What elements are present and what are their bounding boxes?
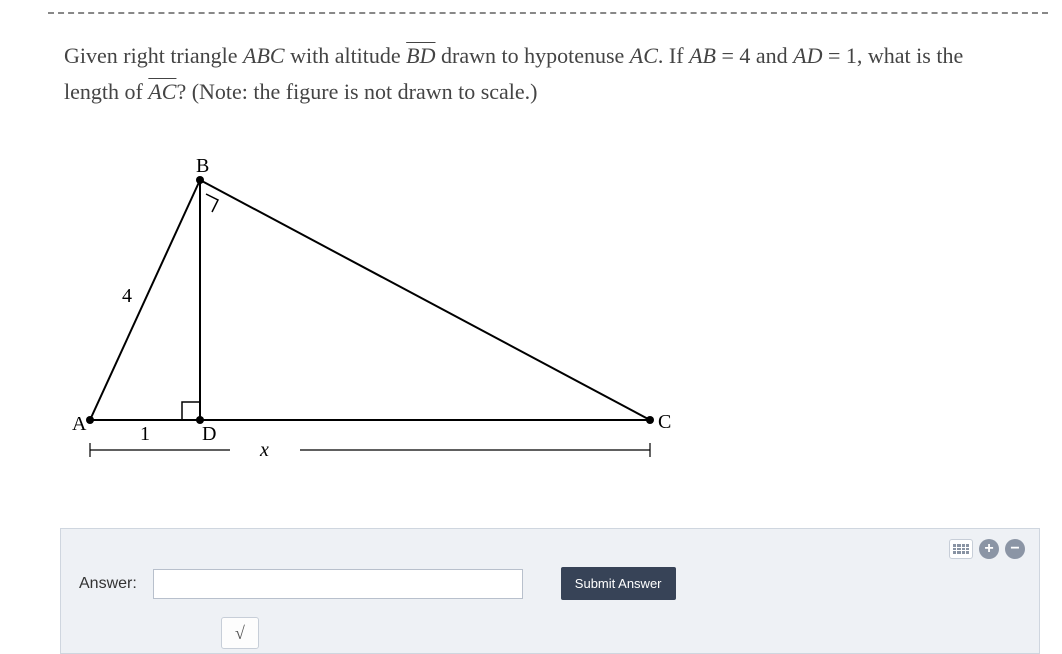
answer-tools: + − [949, 539, 1025, 559]
q-text: Given right triangle [64, 43, 243, 68]
answer-panel: + − Answer: Submit Answer √ [60, 528, 1040, 654]
q-triangle: ABC [243, 43, 285, 68]
q-eq2-right: 1 [846, 43, 857, 68]
zoom-out-button[interactable]: − [1005, 539, 1025, 559]
label-AD: 1 [140, 423, 150, 445]
page: Given right triangle ABC with altitude B… [0, 0, 1062, 654]
section-divider [48, 12, 1048, 14]
zoom-in-button[interactable]: + [979, 539, 999, 559]
q-eq1-left: AB [689, 43, 716, 68]
q-text: with altitude [285, 43, 407, 68]
keyboard-icon [953, 544, 969, 554]
q-hypotenuse: AC [630, 43, 658, 68]
answer-input[interactable] [153, 569, 523, 599]
question-text: Given right triangle ABC with altitude B… [64, 38, 1022, 111]
vertex-A: A [72, 413, 87, 435]
submit-button[interactable]: Submit Answer [561, 567, 676, 600]
vertex-C: C [658, 411, 671, 433]
q-hypotenuse2: AC [148, 79, 176, 104]
q-eq1-right: 4 [739, 43, 750, 68]
q-text: drawn to hypotenuse [436, 43, 630, 68]
q-eq2-eq: = [822, 43, 845, 68]
label-x: x [259, 439, 269, 461]
q-text: and [750, 43, 793, 68]
keyboard-button[interactable] [949, 539, 973, 559]
vertex-B: B [196, 155, 209, 177]
vertex-D: D [202, 423, 216, 445]
label-AB: 4 [122, 285, 132, 307]
sqrt-button[interactable]: √ [221, 617, 259, 649]
q-eq2-left: AD [793, 43, 822, 68]
q-altitude: BD [406, 43, 435, 68]
q-text: ? (Note: the figure is not drawn to scal… [176, 79, 537, 104]
geometry-figure: A B C D 4 1 x [60, 150, 680, 480]
q-text: . If [658, 43, 689, 68]
answer-label: Answer: [79, 575, 137, 593]
answer-row: Answer: Submit Answer [79, 567, 1023, 600]
q-eq1-eq: = [716, 43, 739, 68]
